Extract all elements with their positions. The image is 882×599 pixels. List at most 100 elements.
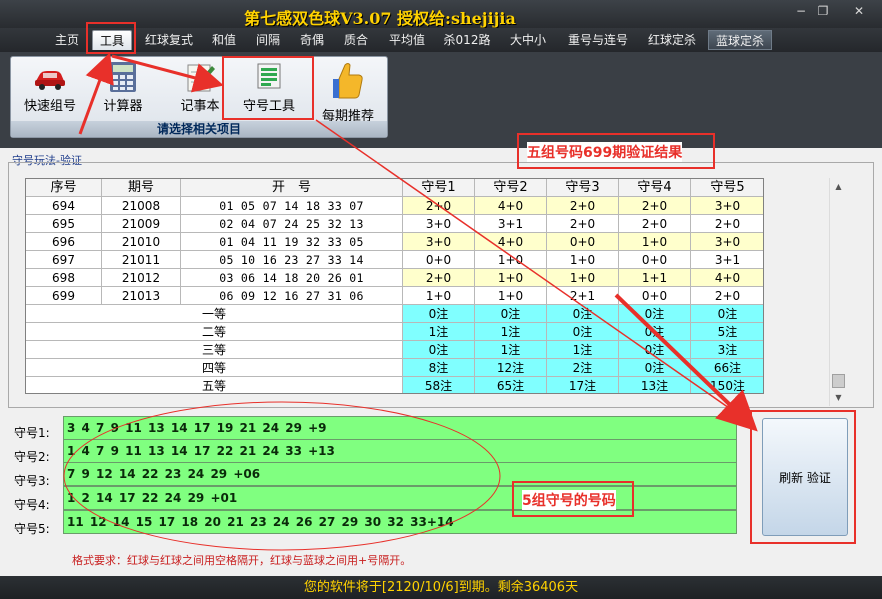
prize-count-cell: 1注	[403, 323, 475, 341]
guard-4-input[interactable]: 1 2 14 17 22 24 29 +01	[63, 486, 737, 510]
notepad-label: 记事本	[180, 99, 220, 114]
prize-count-cell: 0注	[619, 341, 691, 359]
ribbon-caption: 请选择相关项目	[11, 121, 387, 137]
prize-count-cell: 2注	[547, 359, 619, 377]
table-scrollbar[interactable]: ▲ ▼	[829, 178, 846, 406]
per-issue-recommend-button[interactable]: 每期推荐	[315, 61, 381, 124]
guard-result-cell: 4+0	[691, 269, 763, 287]
prize-count-cell: 0注	[403, 305, 475, 323]
tab-interval[interactable]: 间隔	[250, 30, 286, 50]
prize-count-cell: 150注	[691, 377, 763, 393]
prize-row[interactable]: 四等 8注 12注 2注 0注 66注	[26, 359, 763, 377]
guard-result-cell: 1+0	[475, 287, 547, 305]
prize-count-cell: 3注	[691, 341, 763, 359]
annotation-box-guard-tool	[222, 56, 314, 120]
ribbon-panel: 快速组号 计算器 记事本 守号工具 每期推荐 请选择相关项目	[10, 56, 388, 138]
scroll-up-icon[interactable]: ▲	[830, 178, 847, 195]
seq-cell: 694	[26, 197, 102, 215]
prize-count-cell: 1注	[475, 341, 547, 359]
guard-2-input[interactable]: 1 4 7 9 11 13 14 17 22 21 24 33 +13	[63, 439, 737, 463]
issue-cell: 21009	[102, 215, 181, 233]
guard-result-cell: 2+0	[547, 215, 619, 233]
annotation-box-tools-tab	[86, 22, 136, 54]
tab-prime-composite[interactable]: 质合	[338, 30, 374, 50]
header-guard-5: 守号5	[691, 179, 763, 197]
guard-1-label: 守号1:	[14, 426, 50, 440]
guard-result-cell: 2+0	[619, 197, 691, 215]
issue-cell: 21013	[102, 287, 181, 305]
table-row[interactable]: 695 21009 02 04 07 24 25 32 13 3+0 3+1 2+0 2+0…	[26, 215, 763, 233]
table-header-row: 序号 期号 开 号 守号1 守号2 守号3 守号4 守号5	[26, 179, 763, 197]
prize-label-cell: 二等	[26, 323, 403, 341]
guard-result-cell: 3+1	[475, 215, 547, 233]
prize-row[interactable]: 三等 0注 1注 1注 0注 3注	[26, 341, 763, 359]
seq-cell: 695	[26, 215, 102, 233]
draw-numbers-cell: 03 06 14 18 20 26 01	[181, 269, 403, 287]
guard-result-cell: 1+0	[475, 251, 547, 269]
header-issue: 期号	[102, 179, 181, 197]
tab-odd-even[interactable]: 奇偶	[294, 30, 330, 50]
results-table: 序号 期号 开 号 守号1 守号2 守号3 守号4 守号5 694 21008 01…	[25, 178, 764, 394]
close-button[interactable]: ✕	[848, 3, 870, 19]
guard-5-input[interactable]: 11 12 14 15 17 18 20 21 23 24 26 27 29 3…	[63, 510, 737, 534]
tab-average[interactable]: 平均值	[382, 30, 432, 50]
thumbs-up-icon	[331, 61, 365, 103]
header-guard-3: 守号3	[547, 179, 619, 197]
minimize-button[interactable]: −	[790, 3, 812, 19]
prize-count-cell: 65注	[475, 377, 547, 393]
prize-row[interactable]: 二等 1注 1注 0注 0注 5注	[26, 323, 763, 341]
guard-result-cell: 3+0	[691, 233, 763, 251]
tab-sum[interactable]: 和值	[206, 30, 242, 50]
draw-numbers-cell: 02 04 07 24 25 32 13	[181, 215, 403, 233]
guard-3-input[interactable]: 7 9 12 14 22 23 24 29 +06	[63, 462, 737, 486]
prize-label-cell: 四等	[26, 359, 403, 377]
prize-count-cell: 1注	[475, 323, 547, 341]
restore-button[interactable]: ❐	[812, 3, 834, 19]
tab-big-mid-small[interactable]: 大中小	[504, 30, 552, 50]
prize-row[interactable]: 五等 58注 65注 17注 13注 150注	[26, 377, 763, 393]
table-row[interactable]: 699 21013 06 09 12 16 27 31 06 1+0 1+0 2+1 0+0…	[26, 287, 763, 305]
quick-combo-label: 快速组号	[23, 99, 76, 114]
guard-result-cell: 3+0	[403, 215, 475, 233]
issue-cell: 21012	[102, 269, 181, 287]
prize-count-cell: 13注	[619, 377, 691, 393]
notepad-icon	[183, 61, 217, 93]
prize-count-cell: 5注	[691, 323, 763, 341]
tab-kill-012[interactable]: 杀012路	[438, 30, 496, 50]
scroll-thumb[interactable]	[832, 374, 845, 388]
car-icon	[33, 61, 67, 93]
prize-count-cell: 17注	[547, 377, 619, 393]
seq-cell: 699	[26, 287, 102, 305]
issue-cell: 21011	[102, 251, 181, 269]
draw-numbers-cell: 06 09 12 16 27 31 06	[181, 287, 403, 305]
tab-red-compound[interactable]: 红球复式	[140, 30, 198, 50]
annotation-box-refresh-button	[750, 410, 856, 544]
prize-count-cell: 1注	[547, 341, 619, 359]
issue-cell: 21010	[102, 233, 181, 251]
scroll-down-icon[interactable]: ▼	[830, 389, 847, 406]
notepad-button[interactable]: 记事本	[173, 61, 227, 114]
prize-count-cell: 0注	[475, 305, 547, 323]
annotation-group-numbers: 5组守号的号码	[522, 490, 616, 510]
tab-red-kill[interactable]: 红球定杀	[642, 30, 702, 50]
prize-count-cell: 0注	[547, 323, 619, 341]
table-row[interactable]: 694 21008 01 05 07 14 18 33 07 2+0 4+0 2+0 2+0…	[26, 197, 763, 215]
header-guard-4: 守号4	[619, 179, 691, 197]
guard-1-input[interactable]: 3 4 7 9 11 13 14 17 19 21 24 29 +9	[63, 416, 737, 440]
tab-home[interactable]: 主页	[50, 30, 84, 50]
table-row[interactable]: 698 21012 03 06 14 18 20 26 01 2+0 1+0 1+0 1+1…	[26, 269, 763, 287]
header-draw-numbers: 开 号	[181, 179, 403, 197]
prize-row[interactable]: 一等 0注 0注 0注 0注 0注	[26, 305, 763, 323]
table-row[interactable]: 696 21010 01 04 11 19 32 33 05 3+0 4+0 0+0 1+0…	[26, 233, 763, 251]
calculator-button[interactable]: 计算器	[97, 61, 149, 114]
prize-count-cell: 0注	[547, 305, 619, 323]
quick-combo-button[interactable]: 快速组号	[21, 61, 79, 114]
tab-blue-kill[interactable]: 蓝球定杀	[708, 30, 772, 50]
guard-result-cell: 1+1	[619, 269, 691, 287]
guard-result-cell: 4+0	[475, 197, 547, 215]
guard-4-label: 守号4:	[14, 498, 50, 512]
prize-count-cell: 0注	[619, 305, 691, 323]
tab-repeat-consecutive[interactable]: 重号与连号	[560, 30, 636, 50]
table-row[interactable]: 697 21011 05 10 16 23 27 33 14 0+0 1+0 1+0 0+0…	[26, 251, 763, 269]
prize-label-cell: 五等	[26, 377, 403, 393]
